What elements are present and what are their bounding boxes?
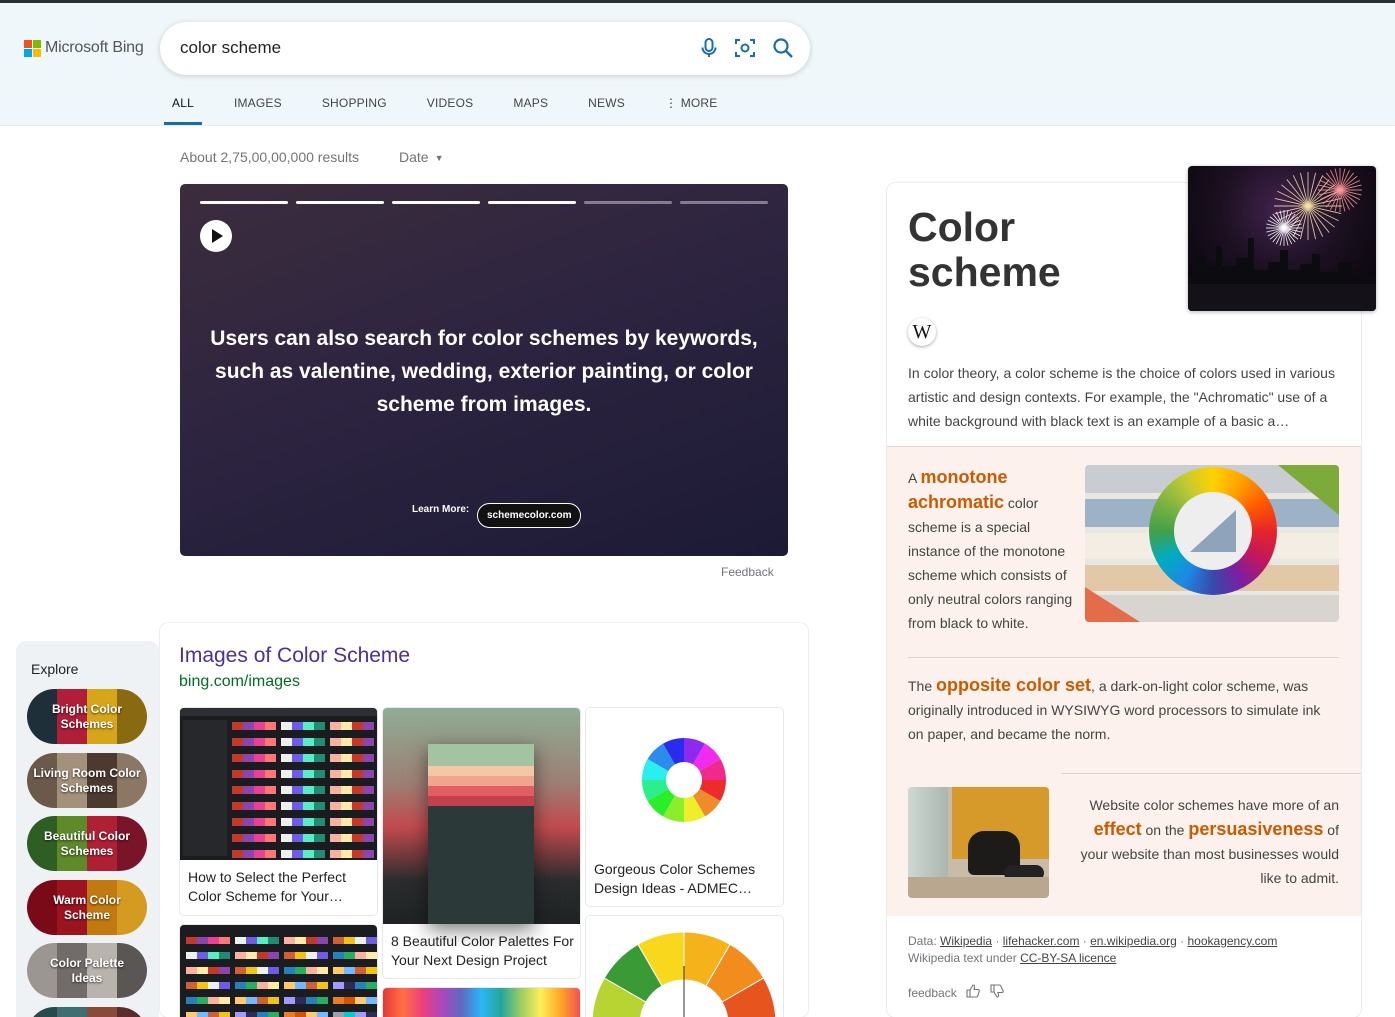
image-tile-3[interactable]: Gorgeous Color Schemes Design Ideas - AD… (586, 708, 783, 906)
tab-shopping[interactable]: SHOPPING (322, 95, 387, 125)
story-feedback-link[interactable]: Feedback (721, 565, 774, 579)
explore-title: Explore (31, 661, 79, 677)
search-tabs: ALL IMAGES SHOPPING VIDEOS MAPS NEWS ⋮ M… (164, 95, 758, 129)
image-caption-1: How to Select the Perfect Color Scheme f… (188, 869, 346, 904)
fact-highlight-monotone[interactable]: monotone achromatic (908, 467, 1007, 512)
explore-item-bright-color-schemes[interactable]: Bright Color Schemes (27, 689, 147, 744)
fact-opposite-color-set: The opposite color set, a dark-on-light … (908, 675, 1321, 742)
image-tile-4[interactable] (180, 925, 377, 1017)
visual-search-icon[interactable] (733, 36, 757, 60)
source-link-lifehacker[interactable]: lifehacker.com (1003, 934, 1080, 948)
explore-panel: Explore Bright Color Schemes Living Room… (16, 641, 159, 1017)
fact-divider-2 (1061, 773, 1361, 774)
explore-item-more[interactable] (27, 1007, 147, 1017)
image-tile-1[interactable]: How to Select the Perfect Color Scheme f… (180, 708, 377, 915)
fact-monotone: A monotone achromatic color scheme is a … (908, 467, 1073, 631)
story-progress-bar (200, 201, 768, 204)
story-progress-segment (200, 201, 288, 204)
palette-app-thumbnail (180, 708, 377, 860)
palette-app-thumbnail-2 (180, 925, 377, 1017)
tab-more[interactable]: ⋮ MORE (665, 95, 718, 125)
images-title-link[interactable]: Images of Color Scheme (179, 644, 410, 668)
learn-more-label: Learn More: (412, 504, 470, 515)
explore-item-warm-color-scheme[interactable]: Warm Color Scheme (27, 880, 147, 935)
knowledge-description: In color theory, a color scheme is the c… (908, 365, 1335, 429)
bing-logo[interactable]: Microsoft Bing (24, 39, 144, 57)
learn-more-link[interactable]: schemecolor.com (477, 503, 582, 528)
fireworks-photo[interactable] (1188, 166, 1376, 311)
license-link[interactable]: CC-BY-SA licence (1020, 951, 1116, 965)
lounge-chair-image[interactable] (908, 787, 1049, 898)
story-progress-segment (680, 201, 768, 204)
story-progress-segment (296, 201, 384, 204)
source-link-en-wikipedia[interactable]: en.wikipedia.org (1090, 934, 1177, 948)
image-tile-5[interactable] (383, 988, 580, 1017)
tab-maps[interactable]: MAPS (513, 95, 548, 125)
rainbow-palette-image (383, 988, 580, 1017)
fact-highlight-effect[interactable]: effect (1094, 819, 1142, 839)
fact-highlight-persuasiveness[interactable]: persuasiveness (1188, 819, 1323, 839)
explore-item-beautiful-color-schemes[interactable]: Beautiful Color Schemes (27, 816, 147, 871)
fireworks-image (1188, 168, 1376, 311)
date-filter-dropdown[interactable]: Date ▼ (399, 149, 444, 165)
explore-item-living-room-color-schemes[interactable]: Living Room Color Schemes (27, 753, 147, 808)
play-button[interactable] (200, 220, 232, 252)
tab-news[interactable]: NEWS (588, 95, 625, 125)
results-count: About 2,75,00,00,000 results (180, 149, 360, 165)
image-tile-2[interactable]: 8 Beautiful Color Palettes For Your Next… (383, 708, 580, 978)
story-text: Users can also search for color schemes … (210, 327, 758, 416)
knowledge-feedback-label: feedback (908, 985, 957, 1000)
story-progress-segment (488, 201, 576, 204)
date-filter-label: Date (399, 149, 429, 165)
search-icon[interactable] (771, 36, 795, 60)
color-wheel-thumbnail (586, 708, 783, 853)
logo-text: Microsoft Bing (45, 39, 144, 56)
complementary-wheel-thumbnail: COMPLEMENTARY (586, 916, 783, 1017)
story-card[interactable]: Users can also search for color schemes … (180, 184, 788, 556)
knowledge-sources: Data: Wikipedia · lifehacker.com · en.wi… (908, 934, 1278, 965)
wikipedia-icon[interactable]: W (908, 318, 936, 346)
knowledge-feedback: feedback (908, 983, 1005, 1002)
microphone-icon[interactable] (697, 36, 721, 60)
explore-item-color-palette-ideas[interactable]: Color Palette Ideas (27, 943, 147, 998)
image-caption-2: 8 Beautiful Color Palettes For Your Next… (391, 933, 574, 968)
fact-highlight-opposite-color-set[interactable]: opposite color set (936, 675, 1091, 695)
knowledge-title: Color scheme (908, 204, 1061, 295)
image-caption-3: Gorgeous Color Schemes Design Ideas - AD… (594, 861, 756, 896)
caret-down-icon: ▼ (434, 153, 444, 163)
tab-images[interactable]: IMAGES (234, 95, 282, 125)
thumbs-down-icon[interactable] (989, 983, 1005, 1002)
fact-website-color-schemes: Website color schemes have more of an ef… (1080, 797, 1339, 886)
search-input[interactable] (180, 36, 680, 60)
knowledge-facts: A monotone achromatic color scheme is a … (887, 446, 1361, 916)
tab-all[interactable]: ALL (164, 95, 202, 125)
search-box[interactable] (160, 22, 810, 75)
color-wheel-image[interactable] (1085, 465, 1339, 622)
images-url: bing.com/images (179, 673, 300, 690)
source-link-hookagency[interactable]: hookagency.com (1188, 934, 1278, 948)
story-progress-segment (392, 201, 480, 204)
microsoft-logo-icon (24, 39, 41, 57)
source-link-wikipedia[interactable]: Wikipedia (940, 934, 992, 948)
story-progress-segment (584, 201, 672, 204)
header: Microsoft Bing ALL IMAGES SHOPPING VIDEO… (0, 3, 1395, 126)
images-card: Images of Color Scheme bing.com/images H… (160, 623, 808, 1017)
palette-card-image (383, 708, 580, 924)
image-tile-6[interactable]: COMPLEMENTARY (586, 916, 783, 1017)
tab-videos[interactable]: VIDEOS (427, 95, 474, 125)
thumbs-up-icon[interactable] (965, 983, 981, 1002)
fact-divider (908, 657, 1339, 658)
